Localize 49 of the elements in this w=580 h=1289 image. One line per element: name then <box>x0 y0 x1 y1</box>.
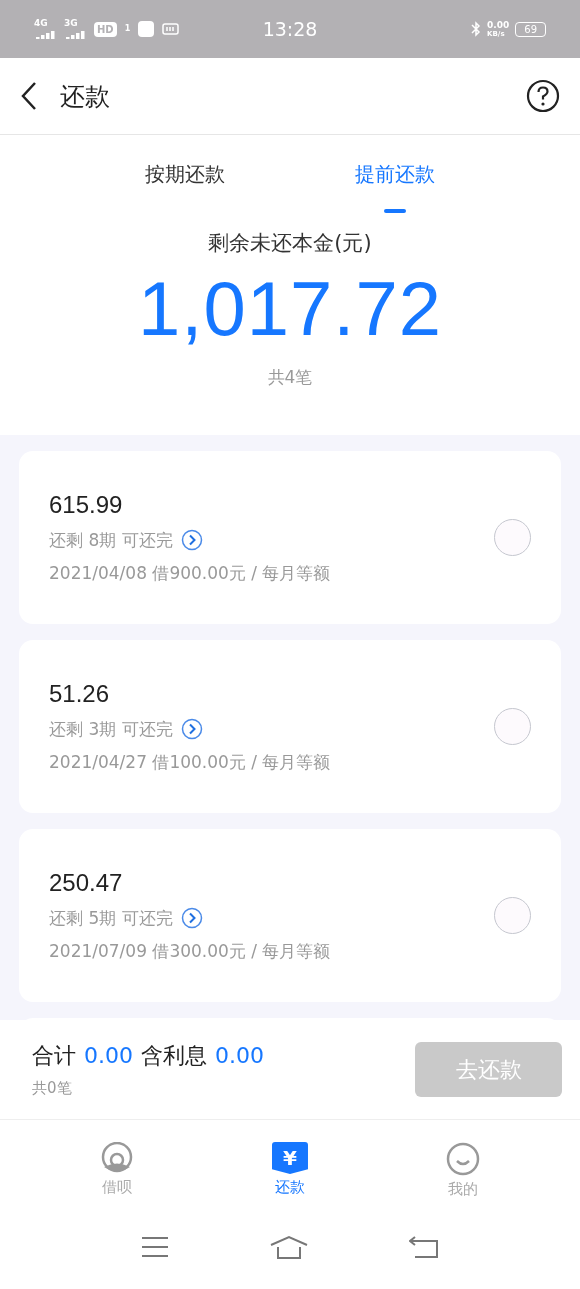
remaining-periods: 还剩 5期 可还完 <box>49 906 173 930</box>
help-icon[interactable] <box>526 79 560 113</box>
home-icon[interactable] <box>270 1235 308 1259</box>
loan-amount: 615.99 <box>49 490 124 519</box>
loan-count: 共4笔 <box>267 366 313 389</box>
total-label: 合计 <box>32 1042 76 1070</box>
smiley-icon <box>446 1142 481 1176</box>
hd-label: HD <box>94 21 117 37</box>
remaining-periods: 还剩 3期 可还完 <box>49 717 173 741</box>
selected-count: 共0笔 <box>32 1079 73 1098</box>
speed-value: 0.00 <box>487 20 510 30</box>
clock: 13:28 <box>262 18 318 40</box>
nav-item[interactable]: 我的 <box>413 1120 514 1215</box>
menu-icon[interactable] <box>140 1236 169 1258</box>
interest-amount: 0.00 <box>215 1043 264 1068</box>
yen-icon: ¥ <box>272 1142 308 1174</box>
principal-amount: 1,017.72 <box>138 265 442 352</box>
battery-level: 69 <box>515 21 546 37</box>
signal-icon <box>34 29 56 39</box>
app-icon <box>138 21 155 37</box>
total-amount: 0.00 <box>84 1043 133 1068</box>
nav-item[interactable]: ¥ 还款 <box>240 1120 340 1215</box>
hd-sub-label: 1 <box>124 25 131 33</box>
loan-amount: 51.26 <box>49 679 111 708</box>
bluetooth-icon <box>471 21 482 37</box>
chevron-right-icon[interactable] <box>180 718 203 740</box>
network-label: 3G <box>64 19 78 28</box>
loan-detail: 2021/07/09 借300.00元 / 每月等额 <box>49 939 332 963</box>
tab[interactable]: 提前还款 <box>335 135 455 213</box>
radio-button[interactable] <box>494 708 531 745</box>
back-icon[interactable] <box>20 81 38 111</box>
chevron-right-icon[interactable] <box>180 907 203 929</box>
remaining-periods: 还剩 8期 可还完 <box>49 528 173 552</box>
nav-item[interactable]: 借呗 <box>66 1120 167 1215</box>
signal-icon <box>64 29 86 39</box>
network-label: 4G <box>34 19 48 28</box>
radio-button[interactable] <box>494 897 531 934</box>
tab[interactable]: 按期还款 <box>125 135 245 213</box>
page-title: 还款 <box>60 80 111 113</box>
loan-amount: 250.47 <box>49 868 124 897</box>
radio-button[interactable] <box>494 519 531 556</box>
shell-icon <box>99 1142 134 1174</box>
chevron-right-icon[interactable] <box>180 529 203 551</box>
back-nav-icon[interactable] <box>409 1236 440 1258</box>
loan-detail: 2021/04/08 借900.00元 / 每月等额 <box>49 561 332 585</box>
principal-label: 剩余未还本金(元) <box>208 230 372 257</box>
loan-detail: 2021/04/27 借100.00元 / 每月等额 <box>49 750 332 774</box>
tv-icon <box>162 22 181 36</box>
interest-label: 含利息 <box>141 1042 207 1070</box>
